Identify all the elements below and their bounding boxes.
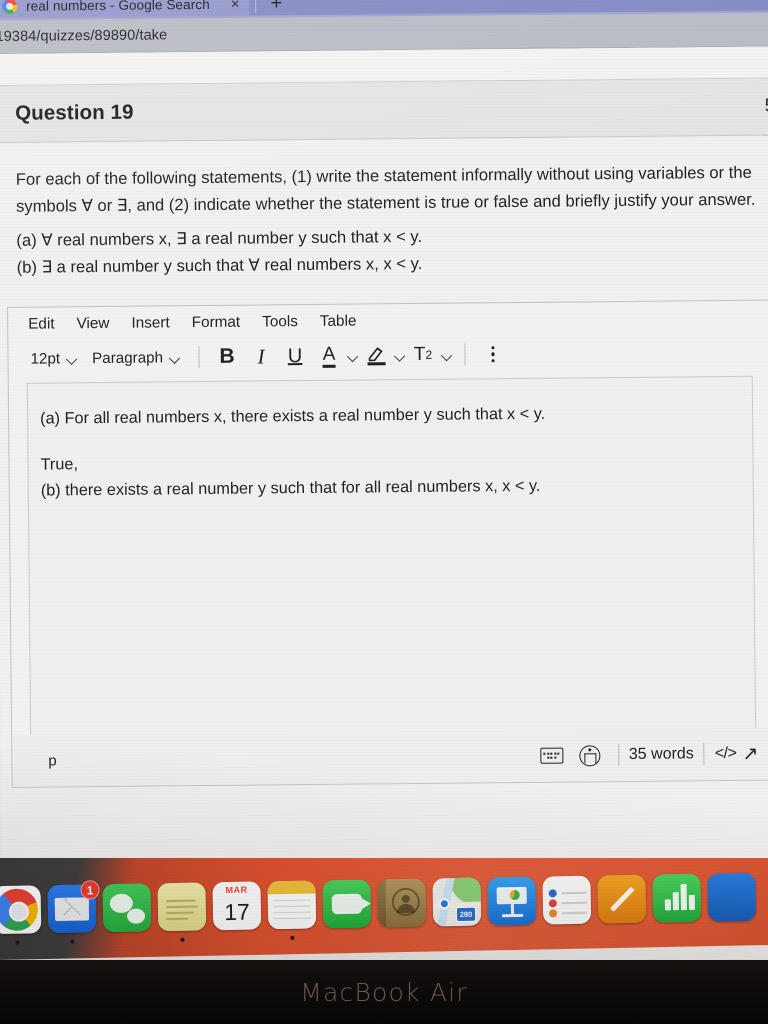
keyboard-icon[interactable] [539, 747, 563, 764]
dock-item-chrome[interactable] [0, 885, 42, 945]
chevron-down-icon[interactable] [348, 351, 357, 360]
highlight-control[interactable] [359, 340, 404, 370]
dock-item-contacts[interactable] [377, 878, 427, 928]
block-format-value: Paragraph [91, 348, 164, 367]
tab-title: real numbers - Google Search [26, 0, 210, 14]
calendar-day: 17 [223, 898, 250, 926]
edge-icon [707, 872, 757, 922]
text-color-control[interactable]: A [312, 341, 357, 371]
italic-button[interactable]: I [244, 341, 278, 371]
dock-item-mail[interactable]: 1 [47, 880, 100, 944]
element-path: p [48, 751, 57, 770]
dock-item-pages[interactable] [597, 874, 647, 924]
superscript-letter: T [413, 343, 426, 365]
laptop-bezel: MacBook Air [0, 960, 768, 1024]
dock-item-reminders[interactable] [542, 875, 592, 925]
bold-button[interactable]: B [210, 342, 244, 372]
menu-item-tools[interactable]: Tools [262, 313, 298, 331]
new-tab-button[interactable]: + [270, 0, 282, 14]
question-header: Question 19 5 p [0, 78, 768, 143]
question-points: 5 p [764, 95, 768, 117]
question-statement-list: (a) ∀ real numbers x, ∃ a real number y … [16, 220, 768, 281]
macos-dock: 1 MAR 17 280 [0, 858, 768, 960]
menu-item-edit[interactable]: Edit [28, 315, 55, 333]
facetime-icon [322, 879, 372, 929]
chevron-down-icon [67, 354, 76, 363]
menu-item-table[interactable]: Table [320, 313, 357, 331]
numbers-icon [652, 873, 702, 923]
calendar-month: MAR [212, 881, 261, 898]
superscript-icon: T2 [406, 340, 440, 370]
running-indicator [70, 939, 75, 944]
dock-item-numbers[interactable] [652, 873, 702, 923]
menu-item-view[interactable]: View [76, 315, 109, 333]
superscript-exponent: 2 [425, 347, 433, 362]
status-divider [703, 743, 705, 766]
menu-item-format[interactable]: Format [192, 314, 241, 332]
mail-badge: 1 [80, 880, 100, 900]
question-prompt: For each of the following statements, (1… [15, 162, 756, 216]
keynote-icon [487, 876, 537, 926]
underline-button[interactable]: U [278, 341, 312, 371]
chevron-down-icon[interactable] [442, 350, 451, 359]
status-divider [617, 744, 619, 767]
block-format-select[interactable]: Paragraph [84, 347, 187, 369]
rich-content-editor: Edit View Insert Format Tools Table 12pt… [7, 299, 768, 788]
dock-item-facetime[interactable] [322, 879, 372, 929]
close-icon[interactable]: × [231, 0, 240, 12]
answer-line-b: (b) there exists a real number y such th… [40, 476, 541, 500]
menu-item-insert[interactable]: Insert [131, 314, 169, 332]
calendar-icon: MAR 17 [212, 881, 262, 931]
font-size-value: 12pt [30, 349, 61, 368]
highlighter-icon [366, 344, 386, 366]
page-title: Question 19 [15, 100, 134, 125]
chevron-down-icon [170, 353, 179, 362]
dock-item-keynote[interactable] [487, 876, 537, 926]
notes-icon [267, 880, 317, 930]
dock-item-notes[interactable] [267, 880, 317, 940]
toolbar-divider [463, 343, 466, 366]
quiz-page: Question 19 5 p For each of the followin… [0, 46, 768, 954]
editor-status-bar: p 35 words </> ↗ [12, 727, 768, 787]
kebab-menu-icon [491, 345, 495, 363]
dock-item-stickies[interactable] [157, 882, 207, 942]
pages-icon [597, 874, 647, 924]
running-indicator [180, 937, 185, 942]
dock-item-maps[interactable]: 280 [432, 877, 482, 927]
dock-item-wechat[interactable] [102, 883, 152, 933]
url-text: /19384/quizzes/89890/take [0, 26, 168, 45]
chevron-down-icon[interactable] [395, 351, 404, 360]
dock-item-edge[interactable] [707, 872, 757, 922]
toolbar-divider [197, 346, 200, 369]
answer-textarea[interactable]: (a) For all real numbers x, there exists… [26, 375, 757, 735]
tab-separator [255, 0, 257, 12]
stickies-icon [157, 882, 207, 932]
wechat-icon [102, 883, 152, 933]
dock-item-calendar[interactable]: MAR 17 [212, 881, 262, 931]
superscript-control[interactable]: T2 [406, 340, 451, 370]
maps-icon: 280 [432, 877, 482, 927]
laptop-screen: real numbers - Google Search × + /19384/… [0, 0, 768, 960]
chrome-icon [0, 885, 42, 935]
device-brand-label: MacBook Air [300, 977, 468, 1007]
question-body: For each of the following statements, (1… [0, 135, 768, 281]
maps-route-shield: 280 [455, 906, 477, 923]
text-color-icon: A [323, 343, 336, 367]
resize-handle-icon[interactable]: ↗ [742, 742, 758, 765]
accessibility-icon[interactable] [578, 744, 600, 766]
browser-tab[interactable]: real numbers - Google Search × [0, 0, 250, 20]
code-view-button[interactable]: </> [715, 745, 737, 763]
google-favicon-icon [2, 0, 18, 14]
dock-items: 1 MAR 17 280 [0, 858, 768, 950]
running-indicator [290, 935, 295, 940]
running-indicator [15, 940, 20, 945]
editor-toolbar: 12pt Paragraph B I U A T 2 [8, 334, 768, 383]
word-count: 35 words [628, 745, 694, 763]
more-options-button[interactable] [476, 339, 510, 369]
reminders-icon [542, 875, 592, 925]
font-size-select[interactable]: 12pt [22, 348, 84, 370]
contacts-icon [377, 878, 427, 928]
